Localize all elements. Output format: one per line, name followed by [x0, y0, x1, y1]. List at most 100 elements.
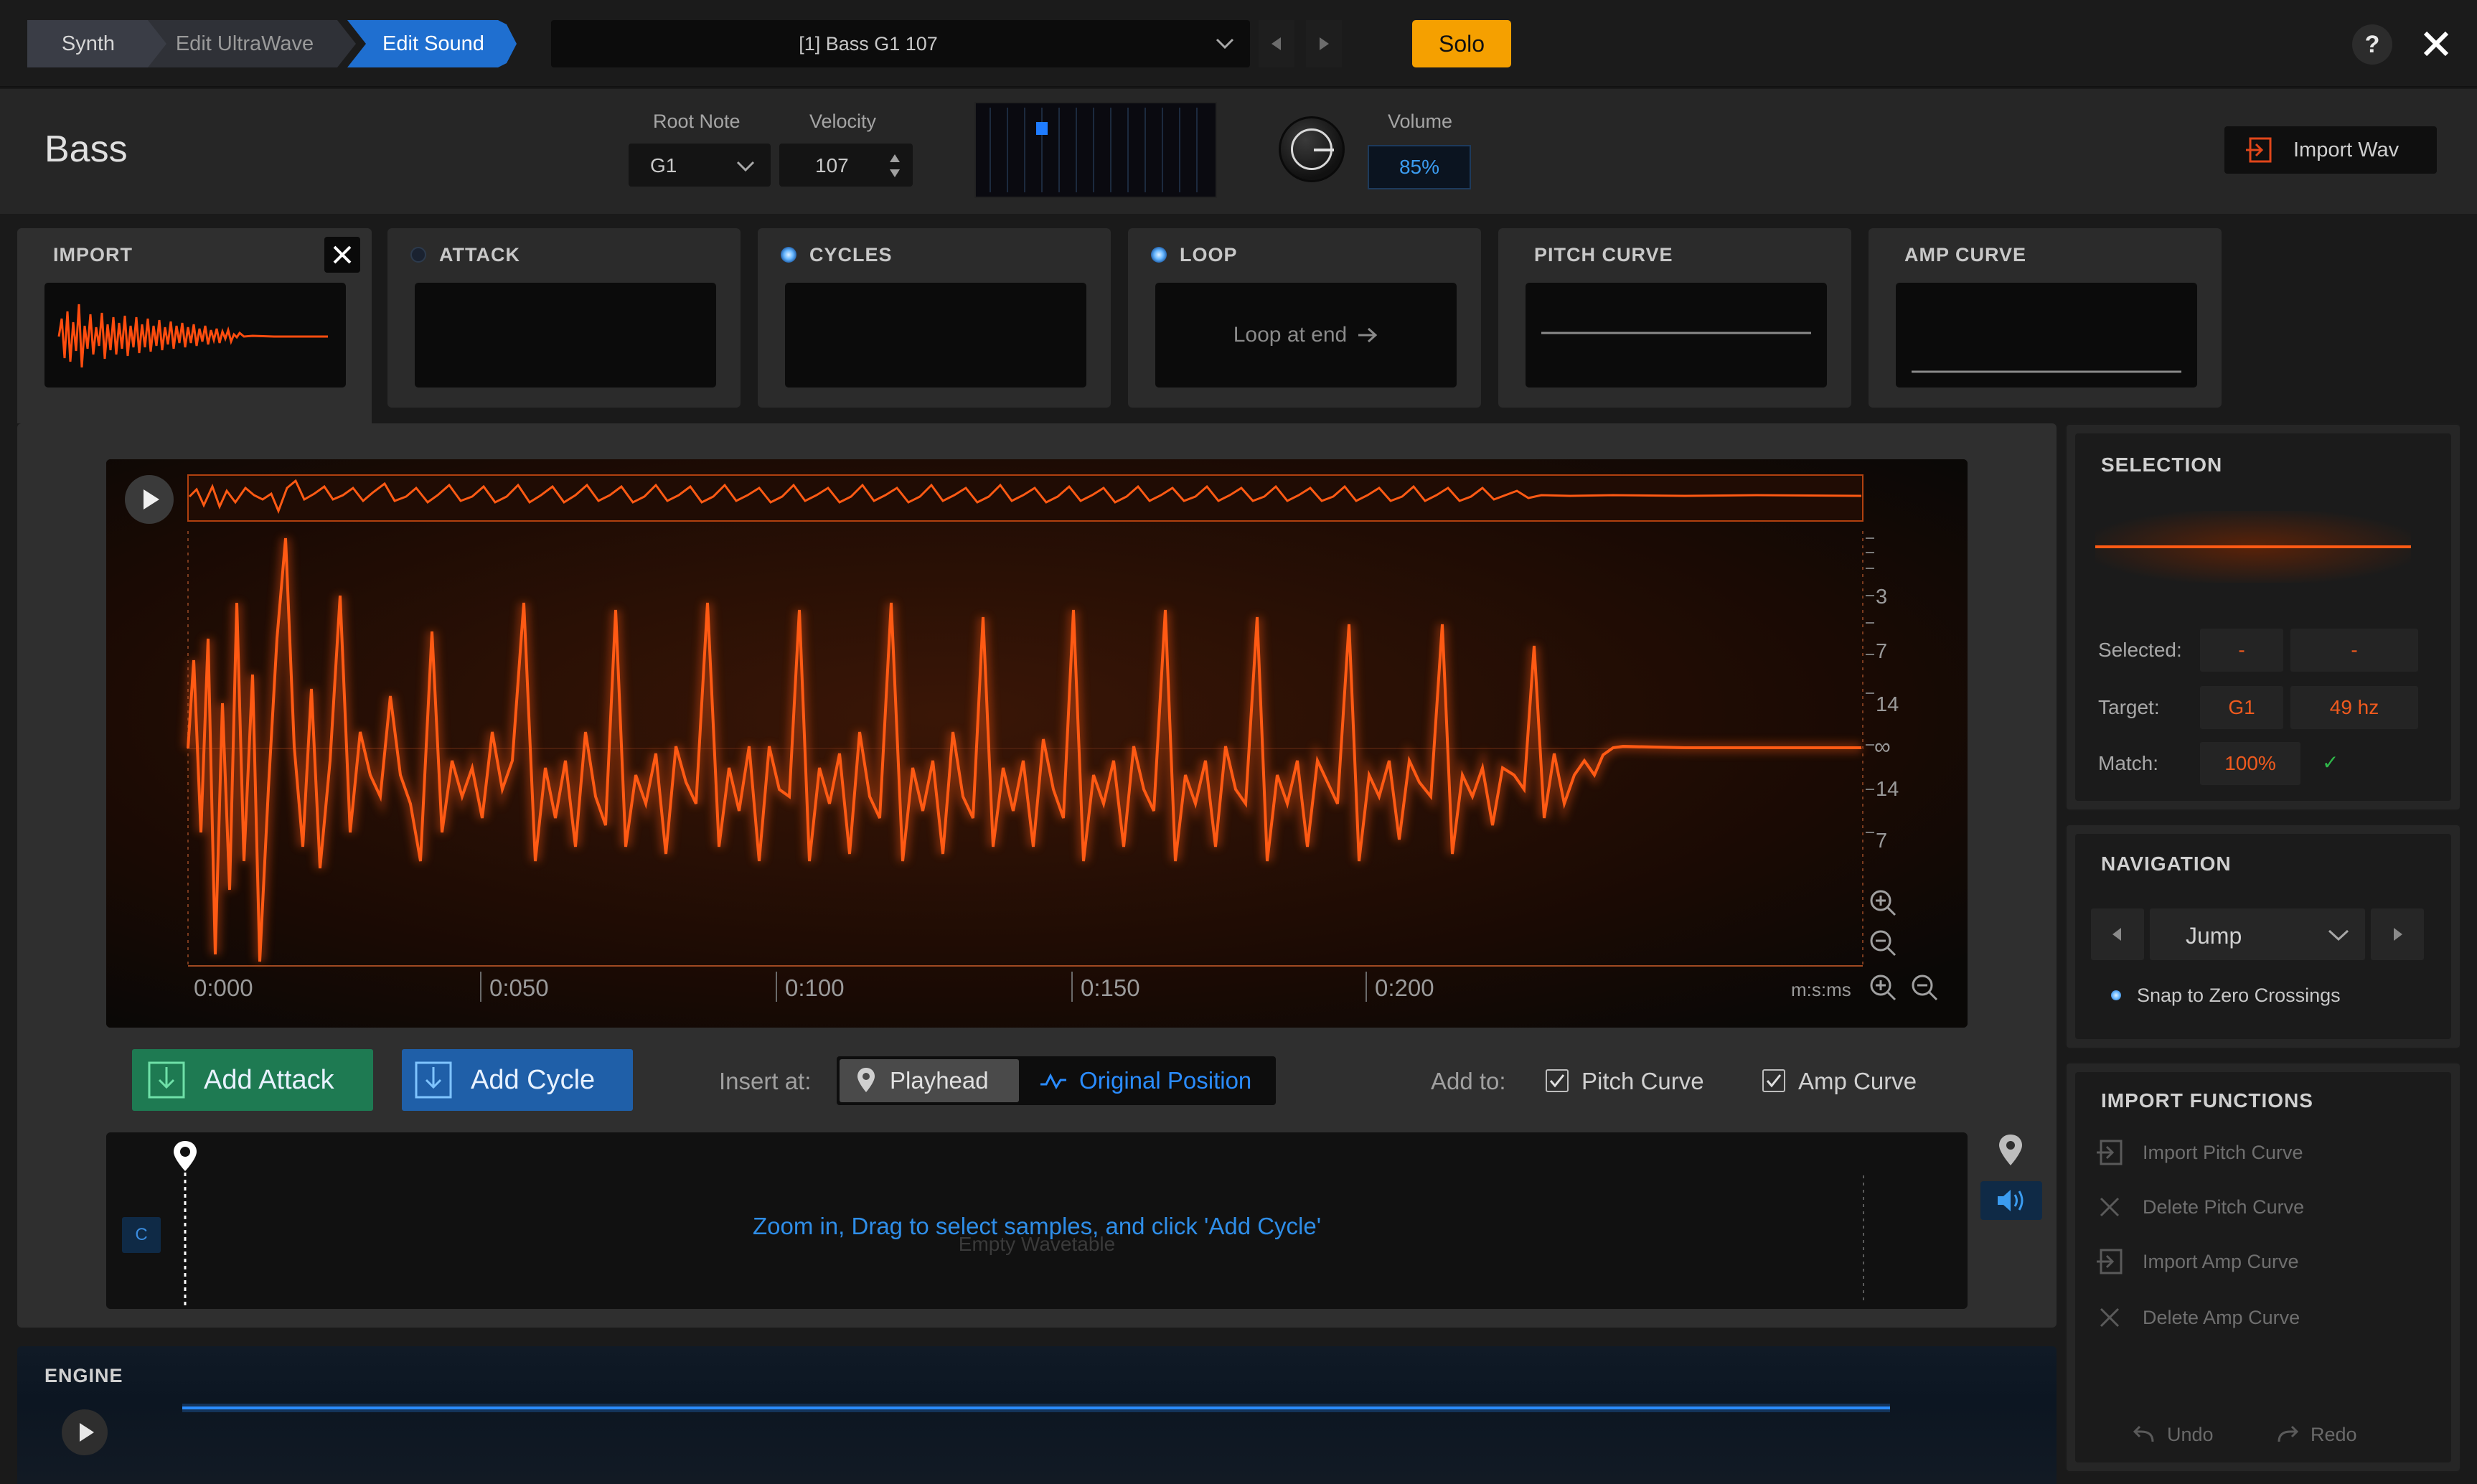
- preset-next-button[interactable]: [1306, 20, 1342, 67]
- db-label-3: ∞: [1874, 733, 1891, 759]
- insert-at-label: Insert at:: [719, 1068, 812, 1094]
- stage-amp-curve[interactable]: AMP CURVE: [1869, 228, 2222, 408]
- selected-start-value: -: [2200, 629, 2283, 672]
- match-ok-icon: ✓: [2322, 751, 2339, 774]
- delete-amp-curve-button[interactable]: Delete Amp Curve: [2095, 1303, 2300, 1332]
- navigation-next-button[interactable]: [2371, 908, 2424, 960]
- snap-zero-crossings-label[interactable]: Snap to Zero Crossings: [2137, 985, 2341, 1007]
- amp-curve-checkbox[interactable]: [1762, 1069, 1785, 1092]
- zoom-in-vertical-icon[interactable]: [1869, 888, 1897, 917]
- import-wav-button[interactable]: Import Wav: [2224, 126, 2437, 174]
- zoom-in-horizontal-icon[interactable]: [1869, 973, 1897, 1002]
- selection-preview: [2095, 511, 2411, 583]
- stage-import[interactable]: IMPORT: [17, 228, 372, 423]
- import-amp-curve-button[interactable]: Import Amp Curve: [2095, 1247, 2299, 1276]
- sound-name: Bass: [44, 128, 128, 170]
- download-icon: [148, 1061, 185, 1099]
- loop-indicator-dot: [1151, 247, 1167, 263]
- help-button[interactable]: ?: [2352, 24, 2392, 65]
- close-icon[interactable]: [2421, 29, 2451, 59]
- volume-knob[interactable]: [1279, 116, 1345, 182]
- wavetable-strip[interactable]: C Empty Wavetable Zoom in, Drag to selec…: [106, 1132, 1968, 1309]
- snap-zero-crossings-toggle[interactable]: [2111, 990, 2121, 1000]
- selected-end-value: -: [2290, 629, 2418, 672]
- db-label-0: 3: [1876, 586, 1888, 609]
- attack-indicator-dot: [410, 247, 426, 263]
- navigation-prev-button[interactable]: [2091, 908, 2144, 960]
- undo-icon: [2133, 1425, 2154, 1442]
- triangle-right-icon: [2394, 928, 2402, 941]
- import-thumbnail: [44, 283, 346, 388]
- stage-pitch-curve[interactable]: PITCH CURVE: [1498, 228, 1851, 408]
- delete-icon: [2100, 1197, 2120, 1217]
- import-pitch-curve-button[interactable]: Import Pitch Curve: [2095, 1138, 2303, 1167]
- loop-thumbnail: Loop at end: [1155, 283, 1457, 388]
- root-note-select[interactable]: G1: [629, 144, 771, 187]
- pitch-curve-checkbox-label[interactable]: Pitch Curve: [1581, 1068, 1704, 1095]
- import-icon: [2097, 1249, 2123, 1274]
- stage-import-title: IMPORT: [53, 244, 133, 266]
- add-attack-button[interactable]: Add Attack: [132, 1049, 373, 1111]
- root-note-label: Root Note: [653, 111, 741, 132]
- breadcrumb-edit-ultrawave[interactable]: Edit UltraWave: [148, 20, 356, 67]
- stage-amp-curve-title: AMP CURVE: [1904, 244, 2027, 266]
- target-frequency-value: 49 hz: [2290, 686, 2418, 729]
- triangle-right-icon: [1320, 37, 1329, 50]
- location-pin-icon[interactable]: [1996, 1132, 2025, 1168]
- audition-button[interactable]: [1980, 1181, 2042, 1220]
- breadcrumb-edit-sound[interactable]: Edit Sound: [347, 20, 520, 67]
- waveform-view[interactable]: 0:000 0:050 0:100 0:150 0:200 m:s:ms 3 7…: [106, 459, 1968, 1028]
- stage-loop[interactable]: LOOP Loop at end: [1128, 228, 1481, 408]
- checkmark-icon: [1549, 1074, 1565, 1088]
- chevron-down-icon: [736, 161, 755, 172]
- download-icon: [415, 1061, 452, 1099]
- volume-value[interactable]: 85%: [1368, 145, 1471, 189]
- amp-curve-thumbnail: [1896, 283, 2197, 388]
- stage-attack[interactable]: ATTACK: [387, 228, 741, 408]
- stage-cycles-title: CYCLES: [809, 244, 893, 266]
- velocity-marker: [1036, 122, 1048, 135]
- stepper-arrows-icon: [890, 154, 900, 177]
- zoom-out-vertical-icon[interactable]: [1869, 929, 1897, 957]
- delete-pitch-curve-button[interactable]: Delete Pitch Curve: [2095, 1193, 2304, 1221]
- target-note-value: G1: [2200, 686, 2283, 729]
- play-preview-button[interactable]: [125, 475, 174, 524]
- stage-cycles[interactable]: CYCLES: [758, 228, 1111, 408]
- delete-icon: [2100, 1307, 2120, 1328]
- zoom-out-horizontal-icon[interactable]: [1910, 973, 1939, 1002]
- import-functions-title: IMPORT FUNCTIONS: [2101, 1089, 2313, 1112]
- velocity-label: Velocity: [809, 111, 877, 132]
- add-to-label: Add to:: [1431, 1068, 1506, 1094]
- preset-selector[interactable]: [1] Bass G1 107: [551, 20, 1250, 67]
- stage-loop-title: LOOP: [1180, 244, 1238, 266]
- engine-panel: ENGINE: [17, 1346, 2057, 1484]
- amp-curve-checkbox-label[interactable]: Amp Curve: [1798, 1068, 1917, 1095]
- sound-header: [0, 89, 2477, 214]
- time-unit-label: m:s:ms: [1791, 979, 1851, 1000]
- pitch-curve-checkbox[interactable]: [1546, 1069, 1569, 1092]
- navigation-mode-select[interactable]: Jump: [2150, 908, 2365, 960]
- play-icon: [80, 1423, 94, 1442]
- insert-original-position-option[interactable]: Original Position: [1025, 1059, 1273, 1102]
- engine-play-button[interactable]: [62, 1409, 108, 1455]
- remove-import-button[interactable]: [324, 237, 360, 273]
- checkmark-icon: [1766, 1074, 1782, 1088]
- add-cycle-button[interactable]: Add Cycle: [402, 1049, 633, 1111]
- undo-button[interactable]: Undo: [2131, 1424, 2214, 1446]
- attack-thumbnail: [415, 283, 716, 388]
- time-label-1: 0:050: [489, 975, 549, 1001]
- preset-label: [1] Bass G1 107: [799, 33, 938, 55]
- solo-button[interactable]: Solo: [1412, 20, 1511, 67]
- chevron-down-icon: [2328, 929, 2349, 941]
- preset-prev-button[interactable]: [1259, 20, 1294, 67]
- insert-playhead-option[interactable]: Playhead: [840, 1059, 1019, 1102]
- close-icon: [333, 245, 352, 264]
- velocity-stepper[interactable]: 107: [779, 144, 913, 187]
- arrow-right-icon: [1358, 327, 1378, 343]
- time-label-3: 0:150: [1081, 975, 1140, 1001]
- breadcrumb-synth[interactable]: Synth: [27, 20, 168, 67]
- db-label-2: 14: [1876, 693, 1899, 716]
- redo-button[interactable]: Redo: [2275, 1424, 2357, 1446]
- loop-mode-label: Loop at end: [1233, 323, 1348, 347]
- db-label-1: 7: [1876, 640, 1888, 663]
